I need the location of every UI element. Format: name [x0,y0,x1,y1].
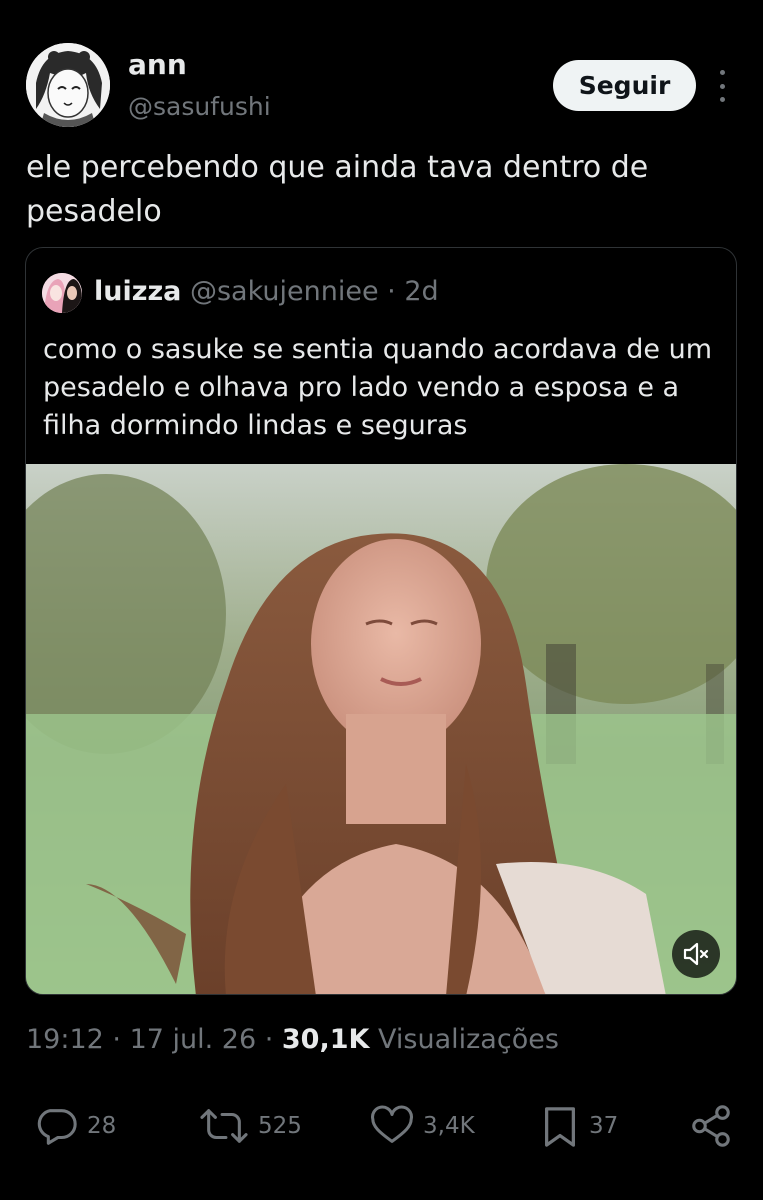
author-display-name[interactable]: ann [128,48,187,81]
like-count: 3,4K [423,1113,475,1139]
quoted-avatar-image [42,273,82,313]
bookmark-count: 37 [589,1113,619,1139]
tweet-time[interactable]: 19:12 [26,1024,104,1055]
reply-icon [37,1109,77,1145]
meta-separator: · [103,1024,130,1055]
like-icon [371,1105,413,1143]
follow-button[interactable]: Seguir [553,60,696,111]
quoted-display-name[interactable]: luizza [94,276,181,307]
avatar-illustration [26,43,110,127]
action-bar: 28 525 3,4K 37 [0,1098,763,1154]
video-frame [26,464,736,994]
tweet-meta: 19:12 · 17 jul. 26 · 30,1K Visualizações [26,1024,559,1055]
views-count[interactable]: 30,1K [282,1024,370,1055]
quoted-separator: · [378,276,405,307]
quoted-text: como o sasuke se sentia quando acordava … [43,334,713,441]
meta-separator: · [256,1024,282,1055]
tweet-text: ele percebendo que ainda tava dentro de … [26,150,649,229]
repost-count: 525 [258,1113,302,1139]
quoted-handle[interactable]: @sakujenniee [190,276,379,307]
author-handle[interactable]: @sasufushi [128,92,271,121]
more-icon[interactable] [712,70,732,102]
reply-count: 28 [87,1113,117,1139]
author-avatar[interactable] [26,43,110,127]
like-button[interactable]: 3,4K [369,1098,475,1154]
bookmark-button[interactable]: 37 [539,1098,618,1154]
mute-icon[interactable] [672,930,720,978]
quoted-header: luizza @sakujenniee · 2d [94,276,439,307]
views-label: Visualizações [369,1024,559,1055]
bookmark-icon [545,1107,575,1147]
repost-icon [200,1109,248,1143]
quoted-video[interactable] [26,464,736,994]
share-button[interactable] [688,1098,734,1154]
repost-button[interactable]: 525 [198,1098,302,1154]
quoted-age[interactable]: 2d [404,276,438,307]
quoted-tweet[interactable]: luizza @sakujenniee · 2d como o sasuke s… [25,247,737,995]
tweet-date[interactable]: 17 jul. 26 [130,1024,257,1055]
quoted-handle-text: @sakujenniee [189,276,379,307]
share-icon [692,1105,730,1147]
quoted-avatar[interactable] [42,273,82,313]
reply-button[interactable]: 28 [33,1098,116,1154]
